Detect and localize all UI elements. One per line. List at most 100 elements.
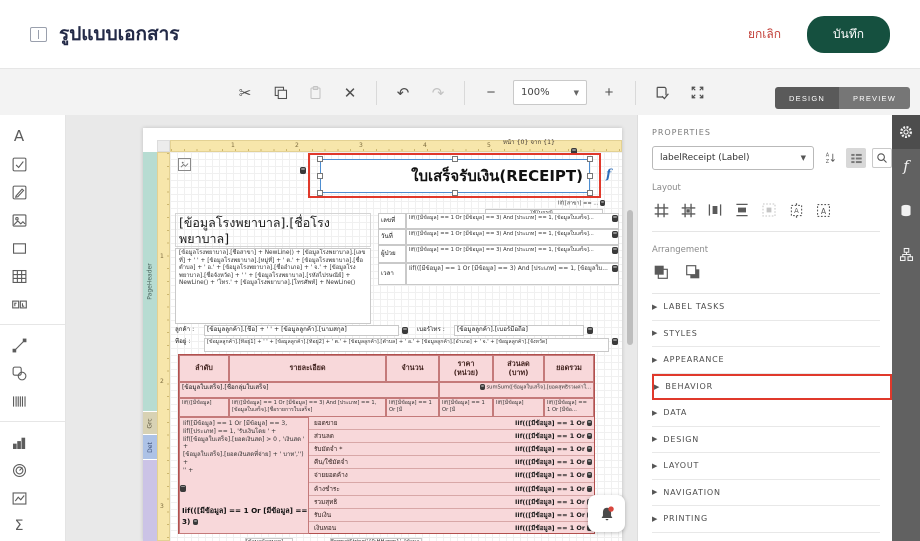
chart-tool-icon[interactable] [5, 428, 33, 456]
cancel-button[interactable]: ยกเลิก [748, 25, 781, 44]
bring-to-front-icon[interactable] [652, 263, 670, 281]
hospital-address-field[interactable]: [ข้อมูลโรงพยาบาล].[ชื่อสาขา] + NewLine()… [175, 248, 371, 324]
summary-row[interactable]: รับมัดจำ * Iif(([มีข้อมูล] == 1 Or [309, 443, 594, 457]
section-navigation[interactable]: ▶ NAVIGATION [652, 480, 880, 506]
section-appearance[interactable]: ▶ APPEARANCE [652, 347, 880, 374]
col-header[interactable]: ราคา (หน่วย) [439, 355, 493, 382]
shape-tool-icon[interactable] [5, 359, 33, 387]
label-receipt[interactable]: ใบเสร็จรับเงิน(RECEIPT) [320, 159, 590, 193]
col-header[interactable]: ยอดรวม [544, 355, 594, 382]
table-tool-icon[interactable] [5, 262, 33, 290]
info-row[interactable]: เวลา Iif(([มีข้อมูล] == 1 Or [มีข้อมูล] … [378, 263, 619, 285]
info-row[interactable]: ผู้ป่วย Iif(([มีข้อมูล] == 1 Or [มีข้อมู… [378, 245, 619, 263]
report-tree-rail-button[interactable] [892, 237, 920, 271]
center-vertically-icon[interactable] [733, 201, 751, 219]
resize-handle[interactable] [317, 156, 323, 162]
zoom-level-select[interactable]: 100% ▼ [513, 80, 587, 105]
resize-handle[interactable] [587, 173, 593, 179]
copy-icon[interactable] [267, 80, 293, 106]
size-to-content-icon[interactable]: A [814, 201, 832, 219]
summary-row[interactable]: รวมสุทธิ Iif(([มีข้อมูล] == 1 Or [309, 496, 594, 509]
undo-icon[interactable]: ↶ [390, 80, 416, 106]
page-content[interactable]: หน้า {0} จาก {1} ใบเสร็จรับเงิน(RECEIPT) [170, 139, 622, 541]
checkbox-tool-icon[interactable] [5, 150, 33, 178]
zoom-out-icon[interactable]: − [478, 80, 504, 106]
zoom-in-icon[interactable]: + [596, 80, 622, 106]
tab-design[interactable]: DESIGN [775, 87, 839, 109]
tab-preview[interactable]: PREVIEW [839, 87, 910, 109]
functions-rail-button[interactable]: f [892, 149, 920, 183]
subreport-tool-icon[interactable] [5, 290, 33, 318]
resize-handle[interactable] [452, 156, 458, 162]
align-to-grid-icon[interactable] [652, 201, 670, 219]
payment-cell[interactable]: Iif([มีข้อมูล] == 1 Or [มีข้อมูล] == 3, … [179, 417, 309, 534]
summary-row[interactable]: เงินทอน Iif(([มีข้อมูล] == 1 Or [309, 522, 594, 534]
address-row[interactable]: ที่อยู่ : [ข้อมูลลูกค้า].[ที่อยู่1] + ' … [175, 338, 618, 353]
customer-row[interactable]: ลูกค้า : [ข้อมูลลูกค้า].[ชื่อ] + ' ' + [… [175, 324, 618, 337]
element-select[interactable]: labelReceipt (Label) ▼ [652, 146, 814, 170]
text-tool-icon[interactable]: A [5, 122, 33, 150]
line-tool-icon[interactable] [5, 331, 33, 359]
col-header[interactable]: จำนวน [386, 355, 439, 382]
delete-icon[interactable]: ✕ [337, 80, 363, 106]
info-row[interactable]: เลขที่ Iif(([มีข้อมูล] == 1 Or [มีข้อมูล… [378, 213, 619, 229]
title-expression[interactable]: Iif([สาขา] == ... [485, 200, 605, 207]
send-to-back-icon[interactable] [684, 263, 702, 281]
barcode-tool-icon[interactable] [5, 387, 33, 415]
data-dictionary-rail-button[interactable] [892, 193, 920, 227]
move-to-grid-icon[interactable] [679, 201, 697, 219]
image-tool-icon[interactable] [5, 206, 33, 234]
resize-handle[interactable] [587, 156, 593, 162]
center-horizontally-icon[interactable] [706, 201, 724, 219]
section-design[interactable]: ▶ DESIGN [652, 427, 880, 453]
section-label-tasks[interactable]: ▶ LABEL TASKS [652, 294, 880, 321]
save-button[interactable]: บันทึก [807, 15, 890, 53]
summary-row[interactable]: คืน/ใช้มัดจำ Iif(([มีข้อมูล] == 1 Or [309, 456, 594, 470]
sort-az-icon[interactable]: AZ [820, 148, 840, 168]
page-of-label[interactable]: หน้า {0} จาก {1} [470, 139, 555, 147]
report-page[interactable]: PageHeader Grc Det 1 2 3 4 5 1 2 3 หน้า … [143, 128, 622, 541]
band-page-header[interactable]: PageHeader [143, 152, 157, 411]
table-group-row[interactable]: [ข้อมูลใบเสร็จ].[ชื่อกลุ่มใบเสร็จ] sumSu… [179, 382, 594, 398]
appointment-row[interactable]: นัดหมายครั้งถัดไป : [ข้อมูลนัดหมาย].[วัน… [180, 537, 460, 541]
summary-row[interactable]: จ่ายยอดค้าง Iif(([มีข้อมูล] == 1 Or [309, 469, 594, 483]
section-layout[interactable]: ▶ LAYOUT [652, 453, 880, 480]
resize-handle[interactable] [587, 190, 593, 196]
validate-icon[interactable] [649, 80, 675, 106]
summary-row[interactable]: ส่วนลด Iif(([มีข้อมูล] == 1 Or [309, 430, 594, 444]
design-canvas[interactable]: PageHeader Grc Det 1 2 3 4 5 1 2 3 หน้า … [66, 115, 637, 541]
auto-size-icon[interactable]: A [787, 201, 805, 219]
section-data[interactable]: ▶ DATA [652, 400, 880, 427]
search-icon[interactable] [872, 148, 892, 168]
categorized-view-icon[interactable] [846, 148, 866, 168]
properties-rail-button[interactable] [892, 115, 920, 149]
summary-row[interactable]: รับเงิน Iif(([มีข้อมูล] == 1 Or [309, 509, 594, 522]
image-placeholder-icon[interactable] [178, 158, 191, 171]
resize-handle[interactable] [317, 190, 323, 196]
math-formula-tool-icon[interactable]: Σ [5, 512, 33, 540]
section-printing[interactable]: ▶ PRINTING [652, 506, 880, 533]
hospital-name-field[interactable]: [ข้อมูลโรงพยาบาล].[ชื่อโรงพยาบาล] [175, 213, 371, 247]
canvas-scrollbar[interactable] [627, 210, 633, 345]
fit-to-container-icon[interactable] [760, 201, 778, 219]
info-row[interactable]: วันที่ Iif(([มีข้อมูล] == 1 Or [มีข้อมูล… [378, 229, 619, 245]
gauge-tool-icon[interactable] [5, 456, 33, 484]
fullscreen-icon[interactable] [684, 80, 710, 106]
summary-row[interactable]: ยอดขาย Iif(([มีข้อมูล] == 1 Or [309, 417, 594, 431]
band-group[interactable]: Grc [143, 412, 157, 434]
band-footer[interactable] [143, 460, 157, 541]
receipt-table[interactable]: ลำดับ รายละเอียด จำนวน ราคา (หน่วย) ส่วน… [178, 354, 595, 534]
summary-row[interactable]: ค้างชำระ Iif(([มีข้อมูล] == 1 Or [309, 483, 594, 496]
section-behavior[interactable]: ▶ BEHAVIOR [652, 373, 892, 400]
resize-handle[interactable] [452, 190, 458, 196]
cut-icon[interactable]: ✂ [232, 80, 258, 106]
paste-icon[interactable] [302, 80, 328, 106]
redo-icon[interactable]: ↷ [425, 80, 451, 106]
richtext-tool-icon[interactable] [5, 178, 33, 206]
col-header[interactable]: ส่วนลด (บาท) [493, 355, 544, 382]
panel-tool-icon[interactable] [5, 234, 33, 262]
resize-handle[interactable] [317, 173, 323, 179]
col-header[interactable]: ลำดับ [179, 355, 229, 382]
table-detail-row[interactable]: Iif(([มีข้อมูล] Iif(([มีข้อมูล] == 1 Or … [179, 398, 594, 417]
notification-bell-button[interactable] [588, 495, 625, 532]
